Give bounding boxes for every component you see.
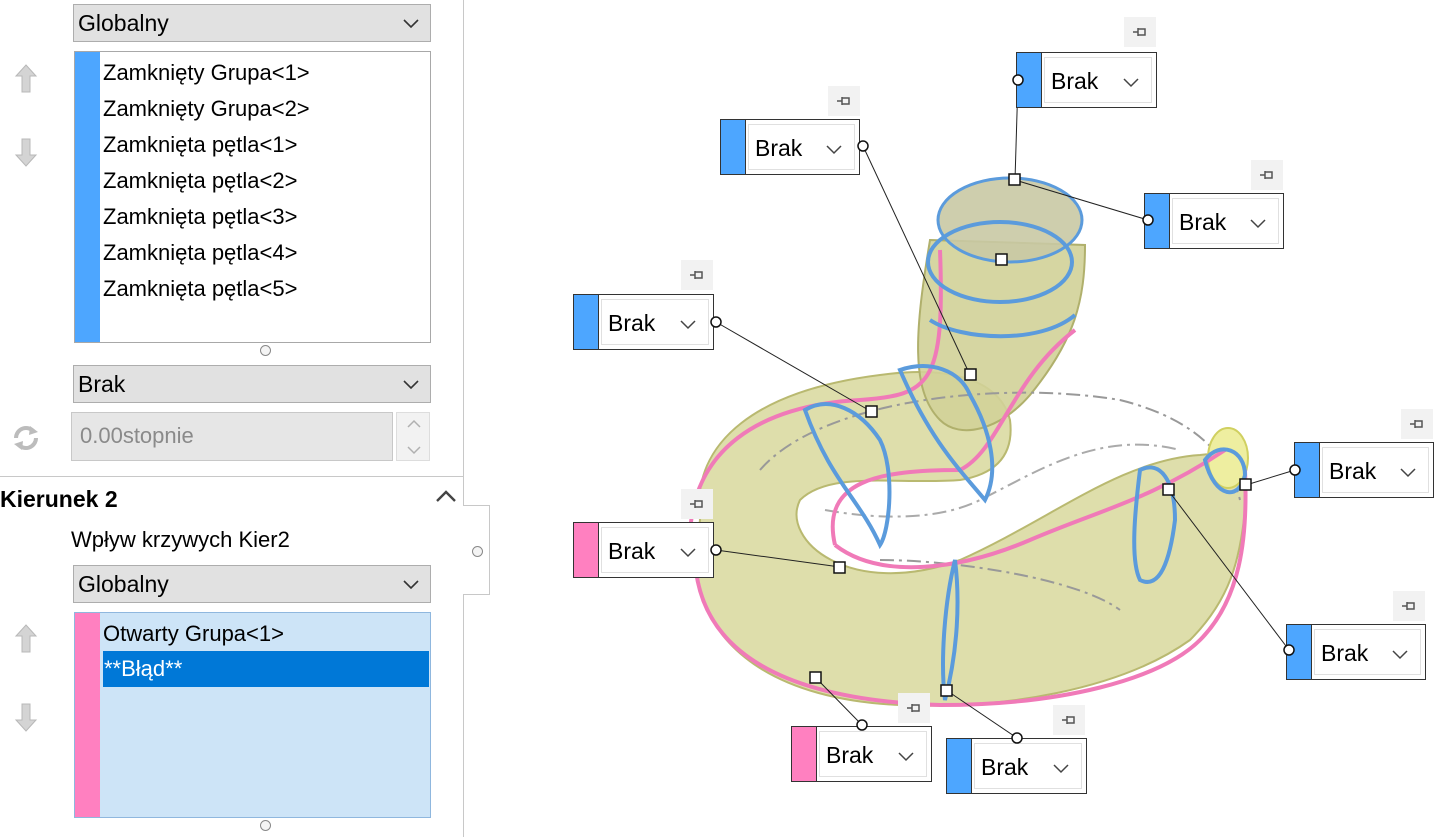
direction2-influence-label: Wpływ krzywych Kier2 (71, 527, 290, 552)
chevron-down-icon (1400, 468, 1416, 478)
model-viewport[interactable] (490, 0, 1440, 837)
list-item[interactable]: Zamknięta pętla<1> (103, 127, 297, 163)
chevron-down-icon (1123, 78, 1139, 88)
callout-combo[interactable]: Brak (601, 299, 709, 345)
callout-connector[interactable]: Brak (946, 738, 1087, 794)
pin-icon[interactable] (1124, 17, 1156, 47)
callout-value: Brak (1051, 68, 1099, 94)
callout-combo[interactable]: Brak (974, 743, 1082, 789)
callout-value: Brak (1321, 640, 1369, 666)
angle-value: 0.00stopnie (80, 423, 194, 448)
reverse-direction-icon[interactable] (8, 420, 44, 456)
callout-value: Brak (1329, 458, 1377, 484)
chevron-down-icon (1053, 764, 1069, 774)
chevron-down-icon (1392, 650, 1408, 660)
chevron-down-icon (403, 380, 419, 390)
direction2-curves-list[interactable]: Otwarty Grupa<1> **Błąd** (74, 612, 431, 818)
callout-value: Brak (981, 754, 1029, 780)
callout-combo[interactable]: Brak (819, 731, 927, 777)
section-divider (0, 476, 463, 477)
move-up-icon[interactable] (13, 62, 39, 96)
property-manager-panel: Globalny Zamknięty Grupa<1> Zamknięty Gr… (0, 0, 463, 837)
angle-input[interactable]: 0.00stopnie (71, 412, 393, 461)
callout-color-bar (720, 119, 746, 175)
callout-color-bar (1144, 193, 1170, 249)
callout-value: Brak (608, 538, 656, 564)
pin-icon[interactable] (681, 260, 713, 290)
callout-connector[interactable]: Brak (1294, 442, 1434, 498)
list-item[interactable]: Zamknięta pętla<3> (103, 199, 297, 235)
callout-connector[interactable]: Brak (1286, 624, 1426, 680)
callout-combo[interactable]: Brak (601, 527, 709, 573)
move-down-icon[interactable] (13, 135, 39, 169)
pin-icon[interactable] (681, 489, 713, 519)
callout-combo[interactable]: Brak (1172, 198, 1279, 244)
direction1-color-bar (75, 52, 100, 342)
list-item[interactable]: Zamknięta pętla<2> (103, 163, 297, 199)
callout-combo[interactable]: Brak (748, 124, 855, 170)
pin-icon[interactable] (1053, 705, 1085, 735)
chevron-down-icon (403, 580, 419, 590)
callout-value: Brak (1179, 209, 1227, 235)
panel-border (463, 0, 464, 505)
angle-spinner[interactable] (396, 412, 430, 461)
spin-up-icon[interactable] (407, 419, 421, 429)
callout-color-bar (573, 522, 599, 578)
move-down-icon[interactable] (13, 700, 39, 734)
panel-border (463, 595, 464, 837)
collapse-chevron-icon[interactable] (434, 488, 458, 504)
direction1-influence-combo[interactable]: Globalny (73, 4, 431, 42)
list-item[interactable]: Zamknięty Grupa<1> (103, 55, 310, 91)
chevron-down-icon (403, 19, 419, 29)
loft-surface (693, 176, 1249, 707)
callout-connector[interactable]: Brak (1016, 52, 1157, 108)
chevron-down-icon (1250, 219, 1266, 229)
callout-connector[interactable]: Brak (720, 119, 860, 175)
pin-icon[interactable] (1401, 409, 1433, 439)
callout-color-bar (791, 726, 817, 782)
list-item-selected[interactable]: **Błąd** (103, 651, 429, 687)
splitter-handle[interactable] (472, 546, 483, 557)
pin-icon[interactable] (828, 86, 860, 116)
list-resize-handle[interactable] (260, 820, 271, 831)
direction1-curves-list[interactable]: Zamknięty Grupa<1> Zamknięty Grupa<2> Za… (74, 51, 431, 343)
direction1-tangency-value: Brak (78, 371, 126, 397)
pin-icon[interactable] (1393, 591, 1425, 621)
pin-icon[interactable] (1251, 160, 1283, 190)
panel-splitter[interactable] (463, 505, 490, 595)
callout-combo[interactable]: Brak (1322, 447, 1429, 493)
pin-icon[interactable] (898, 693, 930, 723)
chevron-down-icon (680, 320, 696, 330)
list-item[interactable]: Zamknięta pętla<4> (103, 235, 297, 271)
callout-value: Brak (826, 742, 874, 768)
callout-color-bar (1294, 442, 1320, 498)
callout-value: Brak (608, 310, 656, 336)
callout-connector[interactable]: Brak (1144, 193, 1284, 249)
direction1-tangency-combo[interactable]: Brak (73, 365, 431, 403)
direction1-influence-value: Globalny (78, 10, 169, 36)
direction2-title: Kierunek 2 (0, 486, 118, 512)
direction2-influence-value: Globalny (78, 571, 169, 597)
callout-color-bar (946, 738, 972, 794)
callout-color-bar (573, 294, 599, 350)
callout-combo[interactable]: Brak (1314, 629, 1421, 675)
callout-color-bar (1286, 624, 1312, 680)
list-item[interactable]: Zamknięty Grupa<2> (103, 91, 310, 127)
callout-color-bar (1016, 52, 1042, 108)
chevron-down-icon (680, 548, 696, 558)
list-item[interactable]: Otwarty Grupa<1> (103, 616, 284, 652)
list-item[interactable]: Zamknięta pętla<5> (103, 271, 297, 307)
spin-down-icon[interactable] (407, 445, 421, 455)
callout-connector[interactable]: Brak (791, 726, 932, 782)
callout-connector[interactable]: Brak (573, 294, 714, 350)
chevron-down-icon (826, 145, 842, 155)
move-up-icon[interactable] (13, 622, 39, 656)
direction2-color-bar (75, 613, 100, 817)
callout-value: Brak (755, 135, 803, 161)
direction2-influence-combo[interactable]: Globalny (73, 565, 431, 603)
callout-connector[interactable]: Brak (573, 522, 714, 578)
chevron-down-icon (898, 752, 914, 762)
list-resize-handle[interactable] (260, 345, 271, 356)
callout-combo[interactable]: Brak (1044, 57, 1152, 103)
